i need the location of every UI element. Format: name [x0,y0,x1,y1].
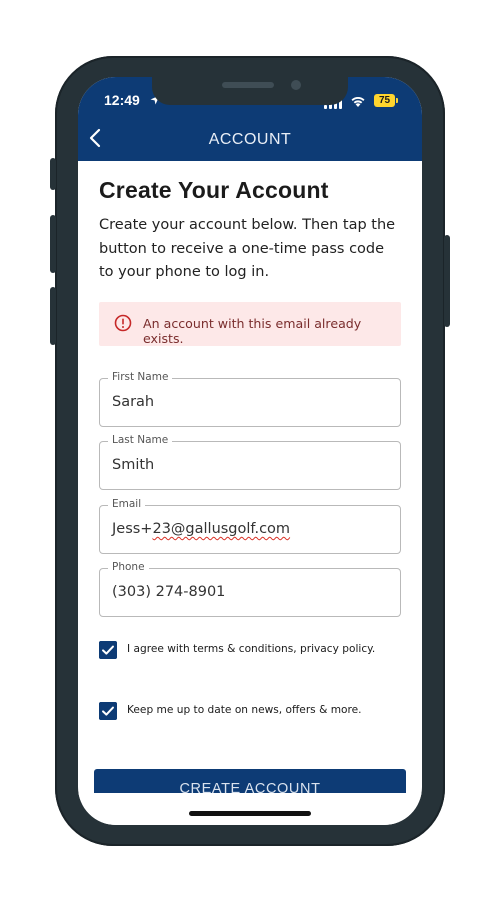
error-alert: An account with this email already exist… [99,302,401,346]
phone-field[interactable]: Phone (303) 274-8901 [99,561,401,617]
last-name-field[interactable]: Last Name Smith [99,434,401,490]
home-indicator[interactable] [189,811,311,816]
first-name-field[interactable]: First Name Sarah [99,371,401,427]
side-button-volume-up [50,215,56,273]
terms-checkbox-row[interactable]: I agree with terms & conditions, privacy… [99,641,401,661]
news-checkbox-row[interactable]: Keep me up to date on news, offers & mor… [99,702,401,722]
email-value-prefix: Jess+ [112,521,153,537]
news-label: Keep me up to date on news, offers & mor… [127,704,362,716]
alert-message: An account with this email already exist… [143,316,362,346]
last-name-value[interactable]: Smith [112,457,154,473]
battery-tip [396,98,398,103]
front-camera [291,80,301,90]
checkbox-checked-icon[interactable] [99,702,117,720]
email-field[interactable]: Email Jess+23@gallusgolf.com [99,498,401,554]
phone-label: Phone [108,561,149,573]
wifi-icon [351,96,365,107]
page-content: Create Your Account Create your account … [99,177,401,285]
status-time: 12:49 [104,92,140,108]
page-intro: Create your account below. Then tap the … [99,217,396,280]
phone-screen: 12:49 75 ACCOUNT Create Your Account Cre… [78,77,422,825]
last-name-label: Last Name [108,434,173,446]
first-name-label: First Name [108,371,173,383]
side-button-mute [50,158,56,190]
first-name-value[interactable]: Sarah [112,394,154,410]
email-value[interactable]: Jess+23@gallusgolf.com [112,521,290,537]
terms-label: I agree with terms & conditions, privacy… [127,643,376,655]
page-title: Create Your Account [99,177,329,203]
checkbox-checked-icon[interactable] [99,641,117,659]
email-value-spellcheck: 23@gallusgolf.com [152,521,291,537]
battery-icon: 75 [374,94,395,107]
alert-circle-icon [114,314,132,332]
phone-value[interactable]: (303) 274-8901 [112,584,225,600]
email-label: Email [108,498,146,510]
bottom-safe-area [78,793,422,825]
header-title: ACCOUNT [208,131,292,148]
speaker-grille [222,82,274,88]
side-button-volume-down [50,287,56,345]
side-button-power [444,235,450,327]
device-notch [152,77,348,105]
